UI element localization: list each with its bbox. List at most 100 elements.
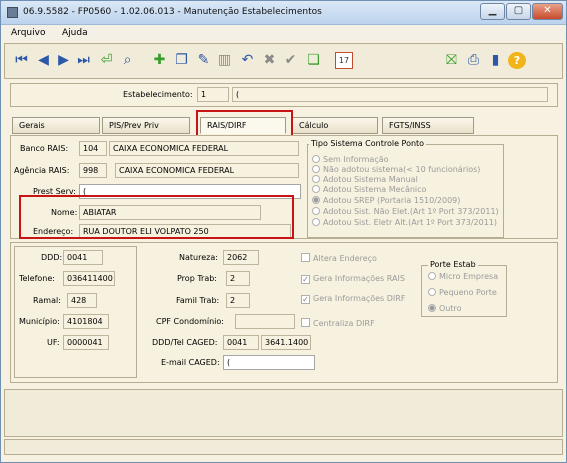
undo-icon[interactable]: ↶ bbox=[239, 52, 256, 69]
banco-rais-code[interactable]: 104 bbox=[79, 141, 107, 156]
porte-option-0[interactable]: Micro Empresa bbox=[428, 272, 498, 281]
caged-ddd-field[interactable]: 0041 bbox=[223, 335, 259, 350]
maximize-icon: ▢ bbox=[513, 5, 524, 16]
estabelecimento-name[interactable]: ( bbox=[232, 87, 548, 102]
confirm-icon[interactable]: ✔ bbox=[282, 52, 299, 69]
email-caged-field[interactable]: ( bbox=[223, 355, 315, 370]
exit-icon[interactable]: ▮ bbox=[487, 52, 504, 69]
contact-group bbox=[14, 246, 137, 378]
close-button[interactable]: ✕ bbox=[532, 3, 563, 20]
porte-option-label: Micro Empresa bbox=[439, 272, 499, 281]
natureza-label: Natureza: bbox=[179, 253, 218, 262]
ponto-option-4[interactable]: Adotou SREP (Portaria 1510/2009) bbox=[312, 196, 460, 205]
porte-option-label: Outro bbox=[439, 304, 462, 313]
famil-trab-field[interactable]: 2 bbox=[226, 293, 250, 308]
tab-pis-prev-priv[interactable]: PIS/Prev Priv bbox=[102, 117, 190, 134]
help-icon[interactable]: ? bbox=[508, 52, 526, 69]
email-caged-label: E-mail CAGED: bbox=[161, 358, 220, 367]
gera-rais-label: Gera Informações RAIS bbox=[313, 274, 405, 283]
gera-rais-checkbox[interactable]: ✓ Gera Informações RAIS bbox=[301, 274, 405, 284]
uf-field[interactable]: 0000041 bbox=[63, 335, 109, 350]
agencia-rais-label: Agência RAIS: bbox=[14, 166, 70, 175]
telefone-field[interactable]: 036411400 bbox=[63, 271, 115, 286]
tree-icon[interactable]: ⛝ bbox=[443, 52, 460, 69]
porte-group: Porte Estab Micro Empresa Pequeno Porte … bbox=[421, 260, 507, 317]
nome-endereco-highlight-box bbox=[19, 195, 294, 239]
window: 06.9.5582 - FP0560 - 1.02.06.013 - Manut… bbox=[0, 0, 567, 463]
prop-trab-label: Prop Trab: bbox=[177, 274, 217, 283]
ponto-option-label: Adotou Sist. Não Elet.(Art 1º Port 373/2… bbox=[323, 207, 499, 216]
prop-trab-field[interactable]: 2 bbox=[226, 271, 250, 286]
search-icon[interactable]: ⌕ bbox=[119, 52, 136, 69]
maximize-button[interactable]: ▢ bbox=[506, 3, 531, 20]
altera-endereco-checkbox[interactable]: Altera Endereço bbox=[301, 253, 377, 263]
check-mark-icon: ✓ bbox=[301, 275, 310, 284]
close-icon: ✕ bbox=[543, 5, 552, 16]
banco-rais-label: Banco RAIS: bbox=[20, 144, 69, 153]
ddd-field[interactable]: 0041 bbox=[63, 250, 103, 265]
button-panel bbox=[4, 389, 563, 437]
porte-option-2[interactable]: Outro bbox=[428, 304, 462, 313]
ponto-option-label: Adotou Sistema Manual bbox=[323, 175, 418, 184]
tab-calculo[interactable]: Cálculo bbox=[292, 117, 378, 134]
ponto-option-label: Adotou Sistema Mecânico bbox=[323, 185, 427, 194]
porte-option-1[interactable]: Pequeno Porte bbox=[428, 288, 497, 297]
banco-rais-name[interactable]: CAIXA ECONOMICA FEDERAL bbox=[109, 141, 299, 156]
ponto-option-1[interactable]: Não adotou sistema(< 10 funcionários) bbox=[312, 165, 480, 174]
details-panel: DDD: 0041 Telefone: 036411400 Ramal: 428… bbox=[10, 242, 558, 383]
blank-icon[interactable]: ❏ bbox=[305, 52, 322, 69]
cpf-condominio-label: CPF Condomínio: bbox=[156, 317, 224, 326]
natureza-field[interactable]: 2062 bbox=[223, 250, 259, 265]
first-icon[interactable]: ⏮ bbox=[13, 52, 30, 69]
centraliza-dirf-label: Centraliza DIRF bbox=[313, 319, 375, 328]
menu-arquivo[interactable]: Arquivo bbox=[11, 28, 45, 38]
menu-ajuda[interactable]: Ajuda bbox=[62, 28, 88, 38]
altera-endereco-label: Altera Endereço bbox=[313, 254, 377, 263]
ponto-option-6[interactable]: Adotou Sist. Eletr Alt.(Art 1º Port 373/… bbox=[312, 218, 497, 227]
caged-tel-field[interactable]: 3641.1400 bbox=[261, 335, 311, 350]
edit-icon[interactable]: ✎ bbox=[195, 52, 212, 69]
estabelecimento-code[interactable]: 1 bbox=[197, 87, 229, 102]
caged-label: DDD/Tel CAGED: bbox=[152, 338, 218, 347]
window-title: 06.9.5582 - FP0560 - 1.02.06.013 - Manut… bbox=[23, 7, 322, 17]
municipio-field[interactable]: 4101804 bbox=[63, 314, 109, 329]
last-icon[interactable]: ⏭ bbox=[75, 52, 92, 69]
new-icon[interactable]: ✚ bbox=[151, 52, 168, 69]
centraliza-dirf-checkbox[interactable]: Centraliza DIRF bbox=[301, 318, 375, 328]
gera-dirf-checkbox[interactable]: ✓ Gera Informações DIRF bbox=[301, 294, 405, 304]
ponto-group: Tipo Sistema Controle Ponto Sem Informaç… bbox=[307, 139, 504, 238]
minimize-icon: ▁ bbox=[488, 5, 497, 16]
ramal-label: Ramal: bbox=[33, 296, 61, 305]
ponto-option-0[interactable]: Sem Informação bbox=[312, 155, 389, 164]
delete-icon[interactable]: ▥ bbox=[216, 52, 233, 69]
ponto-option-3[interactable]: Adotou Sistema Mecânico bbox=[312, 185, 426, 194]
cancel-icon[interactable]: ✖ bbox=[261, 52, 278, 69]
agencia-rais-name[interactable]: CAIXA ECONOMICA FEDERAL bbox=[115, 163, 299, 178]
agencia-rais-code[interactable]: 998 bbox=[79, 163, 107, 178]
calendar-icon[interactable]: 17 bbox=[335, 52, 353, 69]
prev-icon[interactable]: ◀ bbox=[35, 52, 52, 69]
status-bar bbox=[4, 439, 563, 455]
uf-label: UF: bbox=[47, 338, 60, 347]
ponto-option-2[interactable]: Adotou Sistema Manual bbox=[312, 175, 418, 184]
ponto-option-label: Sem Informação bbox=[323, 155, 389, 164]
municipio-label: Município: bbox=[19, 317, 60, 326]
print-icon[interactable]: ⎙ bbox=[465, 52, 482, 69]
minimize-button[interactable]: ▁ bbox=[480, 3, 505, 20]
cpf-condominio-field[interactable] bbox=[235, 314, 295, 329]
establishment-panel: Estabelecimento: 1 ( bbox=[10, 83, 558, 107]
tab-fgts-inss[interactable]: FGTS/INSS bbox=[382, 117, 474, 134]
gera-dirf-label: Gera Informações DIRF bbox=[313, 294, 406, 303]
ddd-label: DDD: bbox=[41, 253, 63, 262]
title-bar: 06.9.5582 - FP0560 - 1.02.06.013 - Manut… bbox=[1, 1, 566, 25]
ponto-title: Tipo Sistema Controle Ponto bbox=[309, 139, 427, 148]
ponto-option-label: Adotou Sist. Eletr Alt.(Art 1º Port 373/… bbox=[323, 218, 497, 227]
tab-gerais[interactable]: Gerais bbox=[12, 117, 100, 134]
ponto-option-5[interactable]: Adotou Sist. Não Elet.(Art 1º Port 373/2… bbox=[312, 207, 499, 216]
copy-icon[interactable]: ❐ bbox=[173, 52, 190, 69]
menu-bar: Arquivo Ajuda bbox=[1, 25, 566, 41]
famil-trab-label: Famil Trab: bbox=[176, 296, 220, 305]
ramal-field[interactable]: 428 bbox=[67, 293, 97, 308]
goto-icon[interactable]: ⏎ bbox=[98, 52, 115, 69]
next-icon[interactable]: ▶ bbox=[55, 52, 72, 69]
